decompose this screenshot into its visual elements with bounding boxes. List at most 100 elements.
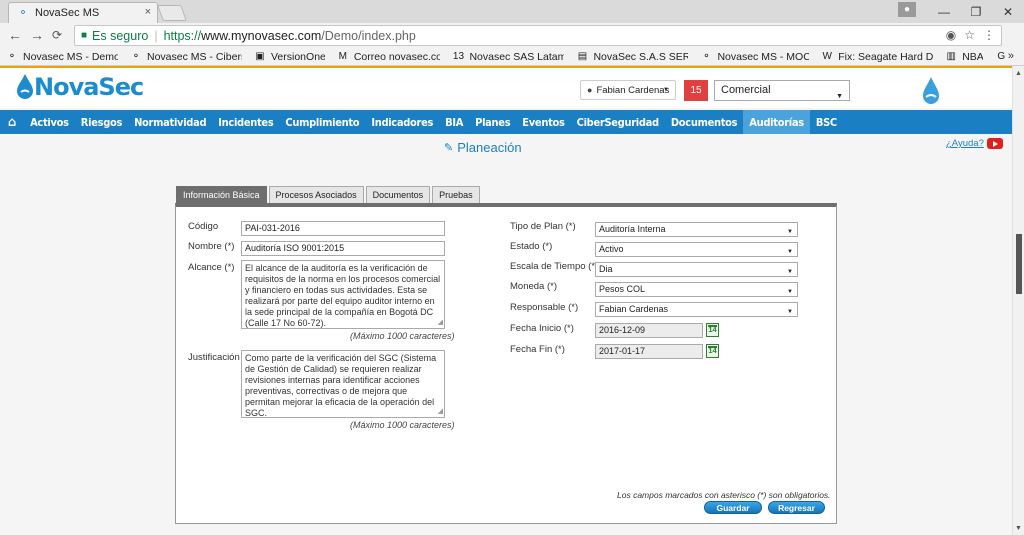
- moneda-select[interactable]: Pesos COL ▼: [595, 282, 798, 297]
- scrollbar-thumb[interactable]: [1016, 234, 1022, 294]
- calendar-icon[interactable]: 14: [706, 344, 719, 358]
- menu-item-indicadores[interactable]: Indicadores: [365, 110, 439, 134]
- notifications-badge[interactable]: 15: [684, 80, 708, 101]
- forward-button[interactable]: →: [30, 27, 44, 43]
- fecha-fin-input[interactable]: 2017-01-17: [595, 344, 703, 359]
- home-icon[interactable]: ⌂: [0, 110, 24, 134]
- fecha-inicio-input[interactable]: 2016-12-09: [595, 323, 703, 338]
- close-window-button[interactable]: ✕: [992, 5, 1024, 19]
- secure-label: Es seguro: [92, 28, 149, 43]
- profile-icon[interactable]: ●: [898, 2, 916, 17]
- omnibox-icons: ◉ ☆ ⋮: [946, 28, 995, 42]
- new-tab-button[interactable]: [157, 5, 187, 21]
- tab-title: NovaSec MS: [35, 7, 100, 19]
- menu-item-planes[interactable]: Planes: [469, 110, 516, 134]
- menu-item-incidentes[interactable]: Incidentes: [212, 110, 279, 134]
- required-fields-note: Los campos marcados con asterisco (*) so…: [617, 490, 831, 500]
- chevron-down-icon: ▼: [787, 309, 793, 315]
- bookmark-item[interactable]: W Fix: Seagate Hard Dr: [821, 51, 933, 63]
- lock-icon: ■: [81, 30, 88, 41]
- browser-tab[interactable]: ⚬ NovaSec MS ×: [8, 2, 158, 23]
- bookmark-label: Novasec SAS Latam -: [469, 50, 565, 63]
- resize-grip-icon[interactable]: ◢: [438, 317, 443, 328]
- app-header: NovaSec ● Fabian Cardenas ▼ 15 Comercial…: [0, 68, 1012, 108]
- codigo-input[interactable]: PAI-031-2016: [241, 221, 445, 236]
- address-bar[interactable]: ■ Es seguro | https://www.mynovasec.com /…: [74, 25, 1002, 46]
- url-path: /Demo/index.php: [321, 28, 416, 43]
- bookmark-item[interactable]: ⚬ Novasec MS - Demo: [6, 51, 118, 63]
- basic-info-panel: Código PAI-031-2016 Nombre (*) Auditoría…: [175, 203, 837, 524]
- resize-grip-icon[interactable]: ◢: [438, 406, 443, 417]
- browser-tabstrip: ⚬ NovaSec MS × ● — ❐ ✕: [0, 0, 1024, 23]
- tab-informacion-basica[interactable]: Información Básica: [176, 186, 267, 203]
- reload-button[interactable]: ⟳: [52, 28, 62, 42]
- more-bookmarks-icon[interactable]: »: [1008, 50, 1014, 62]
- novasec-logo[interactable]: NovaSec: [12, 72, 144, 102]
- window-controls: — ❐ ✕: [928, 0, 1024, 23]
- page-scrollbar[interactable]: ▲ ▼: [1012, 66, 1024, 535]
- tipo-plan-select[interactable]: Auditoría Interna ▼: [595, 222, 798, 237]
- escala-select[interactable]: Dia ▼: [595, 262, 798, 277]
- bookmark-item[interactable]: ▥ NBA: [945, 51, 983, 63]
- bookmark-label: VersionOne: [271, 50, 325, 63]
- bookmark-item[interactable]: ⚬ Novasec MS - MOC: [700, 51, 809, 63]
- user-dropdown[interactable]: ● Fabian Cardenas ▼: [580, 80, 676, 100]
- moneda-value: Pesos COL: [599, 284, 646, 294]
- menu-item-auditorias[interactable]: Auditorías: [743, 110, 810, 134]
- bookmark-item[interactable]: ⚬ Novasec MS - Cibers: [130, 51, 242, 63]
- codigo-label: Código: [188, 221, 219, 232]
- alcance-textarea[interactable]: El alcance de la auditoría es la verific…: [241, 260, 445, 329]
- help-link[interactable]: ¿Ayuda?: [946, 138, 1003, 149]
- chevron-down-icon: ▼: [663, 87, 669, 93]
- bookmarks-bar: ⚬ Novasec MS - Demo ⚬ Novasec MS - Cibers ▣ V…: [0, 48, 1024, 66]
- chevron-down-icon: ▼: [787, 249, 793, 255]
- calendar-icon[interactable]: 14: [706, 323, 719, 337]
- scroll-down-icon[interactable]: ▼: [1015, 525, 1022, 532]
- menu-item-documentos[interactable]: Documentos: [665, 110, 743, 134]
- justificacion-textarea[interactable]: Como parte de la verificación del SGC (S…: [241, 350, 445, 418]
- menu-item-cumplimiento[interactable]: Cumplimiento: [279, 110, 365, 134]
- bookmark-item[interactable]: ▤ NovaSec S.A.S SERVI: [576, 51, 689, 63]
- nombre-input[interactable]: Auditoría ISO 9001:2015: [241, 241, 445, 256]
- menu-item-normatividad[interactable]: Normatividad: [128, 110, 212, 134]
- scroll-up-icon[interactable]: ▲: [1015, 70, 1022, 77]
- menu-item-activos[interactable]: Activos: [24, 110, 75, 134]
- bookmark-item[interactable]: M Correo novasec.co: [337, 51, 441, 63]
- back-button[interactable]: ←: [8, 27, 22, 43]
- bookmark-favicon-icon: ⚬: [131, 50, 141, 62]
- close-tab-icon[interactable]: ×: [145, 6, 151, 18]
- site-settings-icon[interactable]: ◉: [946, 28, 956, 42]
- alcance-text: El alcance de la auditoría es la verific…: [245, 263, 441, 328]
- back-button[interactable]: Regresar: [768, 501, 825, 514]
- menu-item-eventos[interactable]: Eventos: [516, 110, 570, 134]
- company-drop-icon: [923, 77, 939, 104]
- menu-item-riesgos[interactable]: Riesgos: [75, 110, 128, 134]
- alcance-hint: (Máximo 1000 caracteres): [350, 331, 455, 341]
- bookmark-item[interactable]: 13 Novasec SAS Latam -: [452, 50, 565, 63]
- user-icon: ●: [587, 85, 593, 95]
- save-button[interactable]: Guardar: [704, 501, 762, 514]
- tab-pruebas[interactable]: Pruebas: [432, 186, 480, 203]
- page-title-text: Planeación: [457, 140, 522, 155]
- responsable-label: Responsable (*): [510, 302, 579, 313]
- maximize-button[interactable]: ❐: [960, 5, 992, 19]
- escala-value: Dia: [599, 264, 613, 274]
- bookmark-star-icon[interactable]: ☆: [964, 28, 975, 42]
- alcance-label: Alcance (*): [188, 262, 235, 273]
- browser-toolbar: ← → ⟳ ■ Es seguro | https://www.mynovase…: [0, 23, 1024, 48]
- menu-item-bsc[interactable]: BSC: [810, 110, 843, 134]
- bookmark-item[interactable]: ▣ VersionOne: [254, 51, 325, 63]
- tab-procesos-asociados[interactable]: Procesos Asociados: [268, 186, 364, 203]
- bookmark-favicon-icon: M: [338, 50, 347, 62]
- menu-item-ciberseguridad[interactable]: CiberSeguridad: [571, 110, 665, 134]
- menu-icon[interactable]: ⋮: [983, 28, 995, 42]
- main-menu: ⌂ Activos Riesgos Normatividad Incidentes Cu…: [0, 110, 1012, 134]
- novasec-favicon: ⚬: [18, 7, 28, 19]
- role-select[interactable]: Comercial ▼: [714, 80, 850, 101]
- responsable-select[interactable]: Fabian Cardenas ▼: [595, 302, 798, 317]
- minimize-button[interactable]: —: [928, 5, 960, 19]
- tab-documentos[interactable]: Documentos: [365, 186, 431, 203]
- menu-item-bia[interactable]: BIA: [439, 110, 469, 134]
- estado-select[interactable]: Activo ▼: [595, 242, 798, 257]
- fecha-fin-label: Fecha Fin (*): [510, 344, 565, 355]
